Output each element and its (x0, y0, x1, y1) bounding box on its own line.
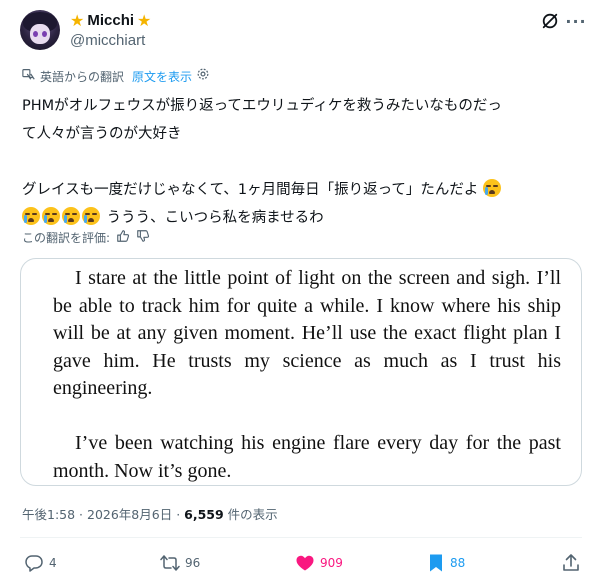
translation-row: 英語からの翻訳 原文を表示 (22, 67, 210, 86)
attached-image[interactable]: I stare at the little point of light on … (20, 258, 582, 486)
like-count: 909 (320, 556, 343, 570)
thumbs-down-icon[interactable] (136, 229, 150, 247)
view-count-label: 件の表示 (223, 507, 278, 522)
rate-translation-row: この翻訳を評価: (22, 229, 150, 247)
tweet-line: ううう、こいつら私を病ませるわ (102, 210, 324, 226)
loudly-crying-face-icon (483, 179, 502, 197)
avatar-eye (33, 31, 38, 37)
book-paragraph: I stare at the little point of light on … (53, 267, 561, 399)
reply-button[interactable]: 4 (24, 553, 57, 573)
loudly-crying-face-icon (22, 207, 40, 225)
share-icon (563, 554, 579, 571)
view-count: 6,559 (184, 507, 224, 522)
translation-label: 英語からの翻訳 (40, 69, 125, 84)
avatar[interactable] (20, 10, 60, 50)
tweet-text: PHMがオルフェウスが振り返ってエウリュディケを救うみたいなものだっ て人々が言… (22, 92, 582, 232)
retweet-button[interactable]: 96 (160, 553, 200, 573)
avatar-eye (42, 31, 47, 37)
tweet-meta: 午後1:58 · 2026年8月6日 · 6,559 件の表示 (22, 506, 278, 524)
star-icon: ★ (137, 11, 152, 30)
bookmark-count: 88 (450, 556, 466, 570)
thumbs-up-icon[interactable] (116, 229, 130, 247)
translate-icon (22, 67, 36, 86)
rate-translation-label: この翻訳を評価: (22, 231, 111, 245)
reply-icon (25, 555, 43, 572)
retweet-icon (160, 555, 180, 571)
tweet-line: PHMがオルフェウスが振り返ってエウリュディケを救うみたいなものだっ (22, 98, 502, 114)
bookmark-icon (430, 554, 442, 572)
loudly-crying-face-icon (62, 207, 80, 225)
tweet-line: て人々が言うのが大好き (22, 126, 182, 142)
book-excerpt: I stare at the little point of light on … (53, 265, 561, 485)
star-icon: ★ (70, 11, 85, 30)
loudly-crying-face-icon (82, 207, 100, 225)
meta-separator: · (75, 507, 87, 522)
divider (20, 537, 582, 538)
tweet-line: グレイスも一度だけじゃなくて、1ヶ月間毎日「振り返って」たんだよ (22, 182, 479, 198)
heart-icon (296, 555, 314, 571)
display-name[interactable]: Micchi (87, 11, 134, 31)
author-name-row[interactable]: ★ Micchi ★ (70, 11, 151, 31)
more-options-icon[interactable]: ··· (565, 10, 587, 32)
retweet-count: 96 (185, 556, 201, 570)
grok-icon[interactable] (539, 10, 561, 32)
reply-count: 4 (49, 556, 57, 570)
like-button[interactable]: 909 (295, 553, 343, 573)
meta-separator: · (172, 507, 185, 522)
share-button[interactable] (561, 553, 581, 573)
post-date[interactable]: 2026年8月6日 (87, 507, 172, 522)
post-time[interactable]: 午後1:58 (22, 507, 75, 522)
author-handle[interactable]: @micchiart (70, 31, 145, 51)
loudly-crying-face-icon (42, 207, 60, 225)
bookmark-button[interactable]: 88 (427, 553, 465, 573)
settings-gear-icon[interactable] (196, 67, 210, 86)
show-original-link[interactable]: 原文を表示 (132, 68, 192, 86)
book-paragraph: I’ve been watching his engine flare ever… (53, 432, 561, 482)
